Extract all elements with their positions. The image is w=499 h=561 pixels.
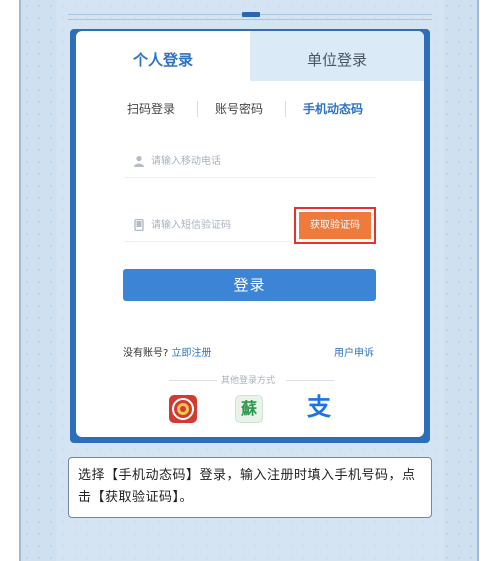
subtab-password[interactable]: 账号密码 [215,99,263,119]
top-divider-lower [68,19,432,20]
top-marker [242,12,260,17]
other-login-label: 其他登录方式 [221,376,276,386]
subtab-divider [197,101,198,117]
get-code-button[interactable]: 获取验证码 [299,212,371,239]
user-icon [134,156,144,167]
tab-unit-label: 单位登录 [306,51,367,69]
phone-input[interactable]: 请输入移动电话 [123,147,375,178]
emblem-app-icon[interactable] [169,395,197,423]
tab-personal-label: 个人登录 [132,51,193,69]
emblem-graphic [172,398,194,420]
subtab-divider [285,101,286,117]
get-code-highlight: 获取验证码 [294,207,376,244]
register-link[interactable]: 立即注册 [172,348,212,359]
phone-icon [134,219,144,231]
subtab-qr[interactable]: 扫码登录 [127,99,175,119]
login-method-tabs: 扫码登录 账号密码 手机动态码 [76,99,424,119]
tab-personal-login[interactable]: 个人登录 [76,31,250,81]
su-glyph: 蘇 [240,399,257,418]
alipay-glyph: 支 [307,393,331,421]
user-appeal-link[interactable]: 用户申诉 [334,344,374,359]
code-placeholder: 请输入短信验证码 [151,220,231,231]
sms-code-input[interactable]: 请输入短信验证码 [123,211,291,242]
other-divider-right [286,380,334,381]
su-app-icon[interactable]: 蘇 [235,395,263,423]
alipay-icon[interactable]: 支 [305,393,333,423]
no-account-text: 没有账号? [123,348,169,359]
phone-placeholder: 请输入移动电话 [151,156,221,167]
login-card: 个人登录 单位登录 扫码登录 账号密码 手机动态码 请输入移动电话 请输入短信验… [76,31,424,437]
login-button[interactable]: 登录 [123,269,376,301]
subtab-sms[interactable]: 手机动态码 [303,99,363,119]
tab-unit-login[interactable]: 单位登录 [250,31,424,81]
other-divider-left [169,380,217,381]
no-account-row: 没有账号? 立即注册 [123,344,212,359]
instruction-caption: 选择【手机动态码】登录，输入注册时填入手机号码，点击【获取验证码】。 [68,457,432,518]
